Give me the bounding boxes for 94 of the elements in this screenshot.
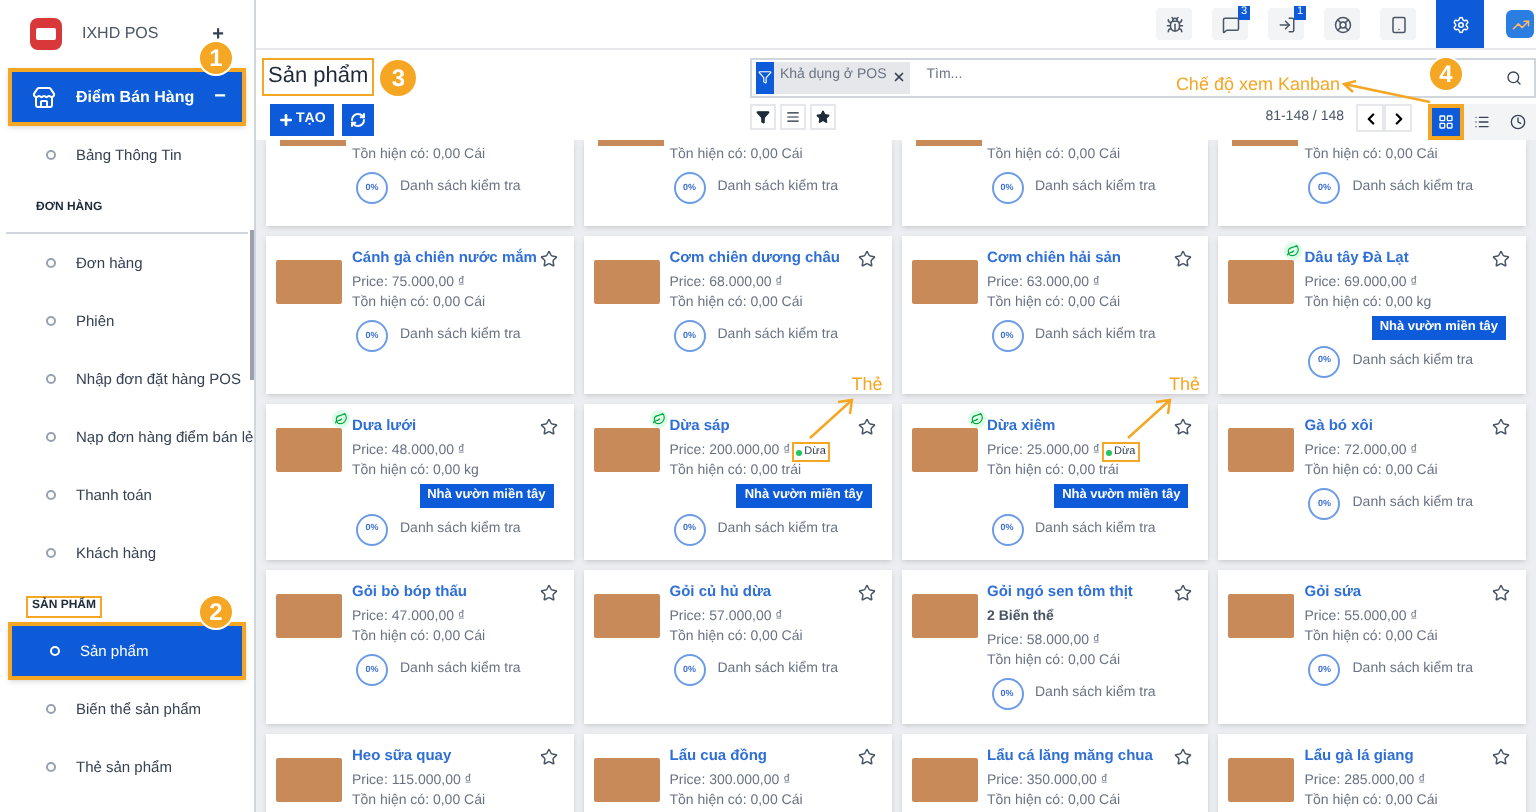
bullet-icon [46, 490, 56, 500]
group-icon [786, 110, 800, 124]
tablet-icon [1389, 15, 1407, 33]
bullet-icon [46, 374, 56, 384]
photo-placeholder [1228, 260, 1295, 304]
toolbar-button[interactable] [1436, 0, 1484, 48]
favorite-star-icon[interactable] [1174, 748, 1193, 766]
photo-placeholder [276, 758, 342, 802]
favorite-star-icon[interactable] [857, 584, 875, 602]
photo-placeholder [911, 594, 977, 638]
photo-placeholder [276, 594, 342, 638]
logo-icon [30, 18, 62, 50]
refresh-icon [349, 112, 366, 128]
photo-placeholder [911, 260, 977, 304]
filter-button[interactable] [780, 104, 806, 130]
photo-placeholder [911, 758, 977, 802]
bullet-icon [46, 762, 56, 772]
photo-placeholder [1228, 594, 1295, 638]
filter-icon [756, 110, 770, 124]
favorite-star-icon[interactable] [1174, 250, 1193, 268]
favorite-star-icon[interactable] [1492, 250, 1510, 268]
bullet-icon [50, 646, 60, 656]
bullet-icon [46, 432, 56, 442]
favorite-star-icon[interactable] [539, 584, 558, 602]
star-icon [816, 110, 830, 124]
photo-placeholder [280, 140, 346, 146]
scrollbar[interactable] [250, 230, 254, 380]
favorite-star-icon[interactable] [1174, 584, 1193, 602]
favorite-star-icon[interactable] [539, 748, 558, 766]
store-icon [32, 85, 56, 109]
refresh-button[interactable] [341, 104, 374, 136]
module-label: Điểm Bán Hàng [76, 85, 195, 109]
lifebuoy-icon [1333, 15, 1351, 33]
filter-button[interactable] [750, 104, 776, 130]
favorite-star-icon[interactable] [1492, 584, 1510, 602]
photo-placeholder [593, 428, 660, 472]
search-icon[interactable] [1506, 69, 1522, 85]
filter-icon [758, 70, 772, 84]
favorite-star-icon[interactable] [857, 748, 875, 766]
photo-placeholder [593, 260, 660, 304]
step-number: 1 [198, 40, 234, 76]
previous-button[interactable] [1356, 104, 1384, 132]
favorite-star-icon[interactable] [1492, 418, 1510, 436]
sign-in-icon [1277, 15, 1295, 33]
chart-app-icon [1506, 10, 1534, 38]
favorite-star-icon[interactable] [539, 418, 558, 436]
photo-placeholder [1228, 758, 1295, 802]
toolbar-button[interactable] [1324, 8, 1360, 40]
module-item[interactable]: Điểm Bán Hàng − [8, 68, 246, 126]
annotation-text: Thẻ [1169, 372, 1201, 398]
view-button[interactable] [1428, 104, 1464, 140]
favorite-star-icon[interactable] [857, 418, 875, 436]
clock-icon [1510, 114, 1526, 130]
step-number: 3 [380, 59, 417, 95]
pointer-arrow [807, 396, 856, 440]
favorite-star-icon[interactable] [1492, 748, 1510, 766]
filter-button[interactable] [810, 104, 836, 130]
plus-icon [278, 112, 294, 128]
bullet-icon [46, 548, 56, 558]
step-number: 2 [198, 594, 234, 630]
settings-icon [1451, 15, 1469, 33]
bullet-icon [46, 704, 56, 714]
view-button[interactable] [1500, 104, 1536, 140]
collapse-symbol[interactable]: − [214, 82, 226, 112]
photo-placeholder [915, 140, 981, 146]
bullet-icon [46, 150, 56, 160]
grid-icon [1438, 114, 1454, 130]
bullet-icon [46, 316, 56, 326]
favorite-star-icon[interactable] [857, 250, 875, 268]
photo-placeholder [593, 758, 660, 802]
view-button[interactable] [1464, 104, 1500, 140]
bullet-icon [46, 258, 56, 268]
bug-icon [1165, 15, 1183, 33]
photo-placeholder [1228, 428, 1295, 472]
photo-placeholder [593, 594, 660, 638]
photo-placeholder [1232, 140, 1299, 146]
favorite-star-icon[interactable] [1174, 418, 1193, 436]
pointer-arrow [1125, 396, 1173, 440]
next-button[interactable] [1384, 104, 1412, 132]
photo-placeholder [276, 260, 342, 304]
annotation-text: Thẻ [851, 372, 883, 398]
photo-placeholder [911, 428, 977, 472]
photo-placeholder [597, 140, 664, 146]
list-icon [1474, 114, 1490, 130]
pointer-arrow [1340, 80, 1432, 104]
photo-placeholder [276, 428, 342, 472]
favorite-star-icon[interactable] [539, 250, 558, 268]
chat-icon [1221, 15, 1239, 33]
annotation-text: Chế độ xem Kanban [1175, 72, 1340, 98]
remove-icon[interactable] [892, 70, 907, 84]
toolbar-button[interactable] [1156, 8, 1192, 40]
page-title: Sản phẩm [262, 58, 375, 96]
toolbar-button[interactable] [1380, 8, 1416, 40]
app-name: IXHD POS [82, 22, 161, 46]
